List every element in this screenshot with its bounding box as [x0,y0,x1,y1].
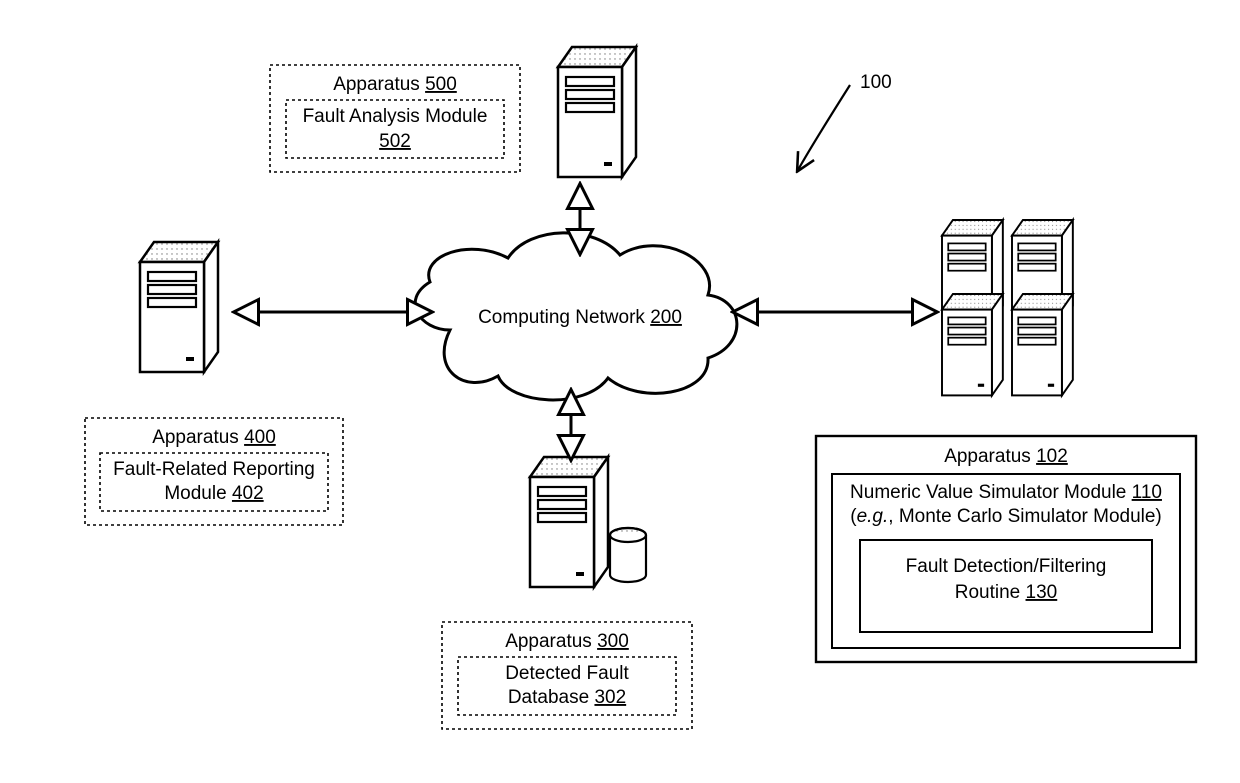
apparatus-102-box: Apparatus 102 Numeric Value Simulator Mo… [816,436,1196,662]
network-ref: 200 [650,307,682,328]
apparatus-500-title: Apparatus [333,74,420,95]
apparatus-500-module-ref: 502 [379,131,411,152]
apparatus-500-server [558,47,636,177]
apparatus-400-box: Apparatus 400 Fault-Related Reporting Mo… [85,418,343,525]
apparatus-300-box: Apparatus 300 Detected Fault Database 30… [442,622,692,729]
svg-text:Apparatus 102: Apparatus 102 [944,446,1068,467]
computing-network-cloud: Computing Network 200 [415,233,737,400]
svg-text:Numeric Value Simulator Module: Numeric Value Simulator Module 110 [850,482,1162,503]
apparatus-300-ref: 300 [597,631,629,652]
apparatus-102-title: Apparatus [944,446,1031,467]
apparatus-102-server-cluster [942,220,1073,395]
apparatus-300-title: Apparatus [505,631,592,652]
apparatus-102-mod-line1-ref: 110 [1132,482,1162,503]
svg-text:Computing Network 200: Computing Network 200 [478,307,682,328]
figure-ref-pointer: 100 [798,72,892,170]
apparatus-500-ref: 500 [425,74,457,95]
svg-text:Apparatus 300: Apparatus 300 [505,631,629,652]
svg-text:Module 402: Module 402 [164,483,263,504]
apparatus-102-ref: 102 [1036,446,1068,467]
apparatus-400-module-line2: Module [164,483,226,504]
apparatus-300-module-ref: 302 [594,687,626,708]
network-label-prefix: Computing Network [478,307,645,328]
apparatus-400-module-ref: 402 [232,483,264,504]
svg-text:Apparatus 400: Apparatus 400 [152,427,276,448]
apparatus-102-mod-line1: Numeric Value Simulator Module [850,482,1126,503]
apparatus-400-server [140,242,218,372]
apparatus-500-box: Apparatus 500 Fault Analysis Module 502 [270,65,520,172]
apparatus-300-server [530,457,646,587]
svg-text:Database 302: Database 302 [508,687,626,708]
apparatus-400-ref: 400 [244,427,276,448]
apparatus-500-module-line1: Fault Analysis Module [303,106,488,127]
apparatus-400-module-line1: Fault-Related Reporting [113,459,315,480]
svg-text:Routine 130: Routine 130 [955,582,1057,603]
system-diagram: Computing Network 200 100 Apparatus 500 … [0,0,1240,783]
apparatus-102-routine-ref: 130 [1026,582,1058,603]
apparatus-300-module-line2: Database [508,687,589,708]
apparatus-400-title: Apparatus [152,427,239,448]
svg-text:(e.g., Monte Carlo Simulator M: (e.g., Monte Carlo Simulator Module) [850,506,1162,527]
figure-ref: 100 [860,72,892,93]
apparatus-102-routine-line1: Fault Detection/Filtering [906,556,1107,577]
svg-text:Apparatus 500: Apparatus 500 [333,74,457,95]
apparatus-300-module-line1: Detected Fault [505,663,629,684]
apparatus-102-routine-line2: Routine [955,582,1021,603]
